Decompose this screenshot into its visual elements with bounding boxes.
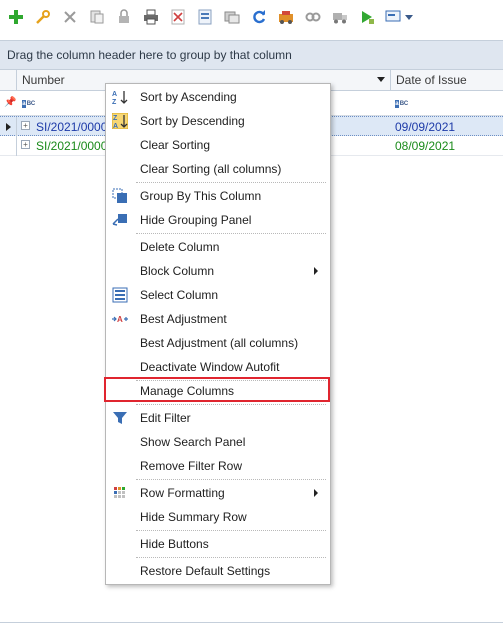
row-indicator xyxy=(0,117,17,137)
convert-icon xyxy=(279,11,293,24)
edit-wrench-icon xyxy=(36,10,50,24)
menu-item-deactivate-autofit[interactable]: Deactivate Window Autofit xyxy=(106,355,330,379)
window: Drag the column header here to group by … xyxy=(0,0,503,625)
highlight-box xyxy=(104,377,330,402)
delete-button[interactable] xyxy=(58,5,82,29)
cell-date[interactable]: 08/09/2021 xyxy=(395,139,455,153)
submenu-arrow-icon xyxy=(314,489,318,497)
print-button[interactable] xyxy=(139,5,163,29)
menu-item-hide-buttons[interactable]: Hide Buttons xyxy=(106,532,330,556)
transfer-button[interactable] xyxy=(220,5,244,29)
column-header-date[interactable]: Date of Issue xyxy=(391,70,503,91)
delete-x-icon xyxy=(64,11,76,23)
refresh-icon xyxy=(253,10,266,24)
truck-icon xyxy=(333,13,347,24)
select-column-icon xyxy=(112,287,128,303)
column-header-date-label: Date of Issue xyxy=(396,73,467,87)
text-filter-icon[interactable]: a BC xyxy=(22,98,35,109)
group-by-icon xyxy=(112,188,127,203)
menu-item-group-by-column[interactable]: Group By This Column xyxy=(106,184,330,208)
menu-item-clear-sorting-all[interactable]: Clear Sorting (all columns) xyxy=(106,157,330,181)
export-button[interactable] xyxy=(193,5,217,29)
sort-descending-icon: ZA xyxy=(112,113,128,129)
svg-text:Z: Z xyxy=(113,115,118,122)
group-panel-hint: Drag the column header here to group by … xyxy=(7,48,292,62)
cancel-document-icon xyxy=(171,9,185,25)
toolbar xyxy=(0,0,503,34)
menu-item-remove-filter-row[interactable]: Remove Filter Row xyxy=(106,454,330,478)
menu-item-hide-summary-row[interactable]: Hide Summary Row xyxy=(106,505,330,529)
svg-text:Z: Z xyxy=(112,99,117,105)
menu-separator xyxy=(136,557,326,558)
sort-ascending-icon: AZ xyxy=(112,91,128,105)
add-icon xyxy=(9,10,23,24)
current-row-arrow-icon xyxy=(6,123,11,131)
add-button[interactable] xyxy=(4,5,28,29)
edit-button[interactable] xyxy=(31,5,55,29)
menu-item-best-adjustment[interactable]: A Best Adjustment xyxy=(106,307,330,331)
column-dropdown-icon[interactable] xyxy=(377,77,385,82)
expand-row-icon[interactable]: + xyxy=(21,121,30,130)
menu-item-select-column[interactable]: Select Column xyxy=(106,283,330,307)
column-context-menu: AZ Sort by Ascending ZA Sort by Descendi… xyxy=(105,83,331,585)
hide-grouping-icon xyxy=(112,214,127,226)
menu-separator xyxy=(136,233,326,234)
menu-separator xyxy=(136,404,326,405)
copy-icon xyxy=(90,10,104,24)
expand-row-icon[interactable]: + xyxy=(21,140,30,149)
menu-item-delete-column[interactable]: Delete Column xyxy=(106,235,330,259)
grid-bottom-border xyxy=(0,622,503,623)
more-actions-icon xyxy=(385,10,401,22)
transfer-icon xyxy=(224,11,240,24)
link-icon xyxy=(305,12,321,22)
lock-button[interactable] xyxy=(112,5,136,29)
text-filter-icon[interactable]: a BC xyxy=(395,98,408,109)
row-indicator xyxy=(0,136,17,156)
menu-separator xyxy=(136,530,326,531)
svg-text:A: A xyxy=(113,123,118,129)
filter-icon xyxy=(113,412,127,424)
row-formatting-icon xyxy=(114,487,125,498)
cell-date[interactable]: 09/09/2021 xyxy=(395,120,455,134)
pin-icon[interactable]: 📌 xyxy=(4,97,16,108)
run-icon xyxy=(362,11,374,24)
print-icon xyxy=(144,9,158,25)
chevron-down-icon xyxy=(405,14,413,20)
menu-item-restore-defaults[interactable]: Restore Default Settings xyxy=(106,559,330,583)
submenu-arrow-icon xyxy=(314,267,318,275)
menu-item-clear-sorting[interactable]: Clear Sorting xyxy=(106,133,330,157)
cell-number[interactable]: SI/2021/00002 xyxy=(36,120,114,134)
export-icon xyxy=(198,9,212,25)
menu-item-best-adjustment-all[interactable]: Best Adjustment (all columns) xyxy=(106,331,330,355)
menu-item-sort-descending[interactable]: ZA Sort by Descending xyxy=(106,109,330,133)
svg-text:A: A xyxy=(112,91,117,98)
run-button[interactable] xyxy=(355,5,379,29)
copy-button[interactable] xyxy=(85,5,109,29)
cell-number[interactable]: SI/2021/00001 xyxy=(36,139,114,153)
menu-item-edit-filter[interactable]: Edit Filter xyxy=(106,406,330,430)
indicator-header xyxy=(0,70,17,91)
menu-item-show-search-panel[interactable]: Show Search Panel xyxy=(106,430,330,454)
link-button[interactable] xyxy=(301,5,325,29)
menu-item-sort-ascending[interactable]: AZ Sort by Ascending xyxy=(106,85,330,109)
best-fit-icon: A xyxy=(112,315,128,324)
group-panel[interactable]: Drag the column header here to group by … xyxy=(0,40,503,70)
lock-icon xyxy=(119,9,129,23)
refresh-button[interactable] xyxy=(247,5,271,29)
column-header-number-label: Number xyxy=(22,73,65,87)
menu-item-hide-grouping-panel[interactable]: Hide Grouping Panel xyxy=(106,208,330,232)
svg-text:A: A xyxy=(117,315,123,324)
more-actions-button[interactable] xyxy=(382,5,416,29)
menu-separator xyxy=(136,182,326,183)
shipment-button[interactable] xyxy=(328,5,352,29)
menu-item-row-formatting[interactable]: Row Formatting xyxy=(106,481,330,505)
menu-item-block-column[interactable]: Block Column xyxy=(106,259,330,283)
convert-button[interactable] xyxy=(274,5,298,29)
menu-separator xyxy=(136,479,326,480)
cancel-document-button[interactable] xyxy=(166,5,190,29)
